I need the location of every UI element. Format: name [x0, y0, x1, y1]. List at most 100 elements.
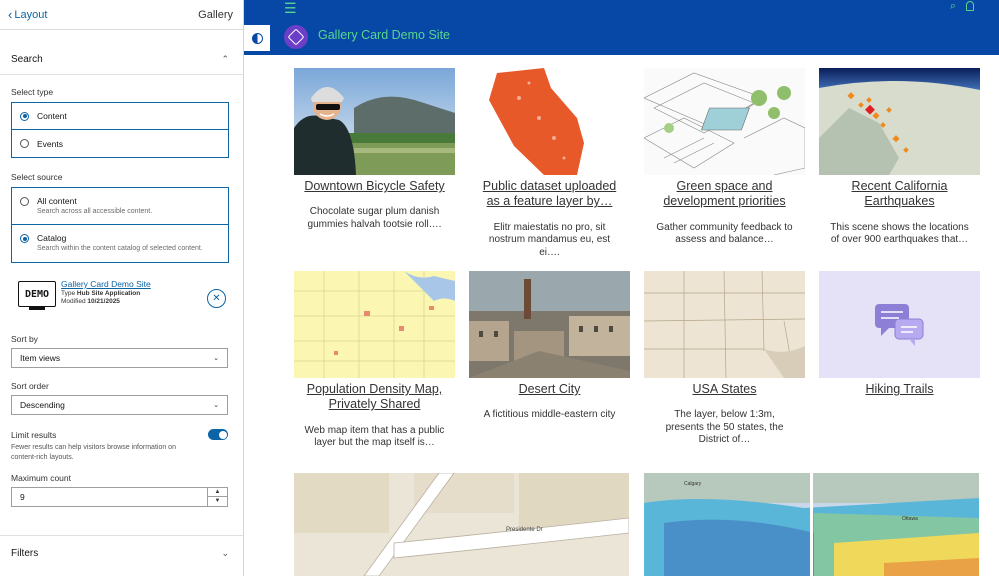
section-divider — [0, 74, 243, 75]
close-icon: ✕ — [212, 293, 221, 304]
street-label: Presidente Dr — [506, 527, 543, 533]
card-description: Elitr maiestatis no pro, sit nostrum man… — [488, 221, 611, 258]
card-title[interactable]: Downtown Bicycle Safety — [294, 179, 455, 194]
card-title[interactable]: USA States — [644, 382, 805, 397]
radio-unselected[interactable] — [20, 197, 29, 206]
type-option-label: Content — [37, 111, 67, 121]
limit-results-toggle[interactable] — [208, 429, 228, 440]
modified-label: Modified — [61, 298, 86, 305]
source-option-label: Catalog — [37, 233, 67, 243]
card-description: The layer, below 1:3m, presents the 50 s… — [665, 409, 784, 446]
notification-bell-icon[interactable] — [966, 1, 974, 11]
catalog-item: DEMO Gallery Card Demo Site Type Hub Sit… — [0, 279, 243, 310]
city-label: Calgary — [684, 481, 702, 487]
card-thumbnail[interactable] — [644, 271, 805, 378]
limit-results-label: Limit results — [11, 429, 57, 440]
card-title[interactable]: Recent California Earthquakes — [819, 179, 980, 210]
site-title[interactable]: Gallery Card Demo Site — [318, 28, 450, 42]
chevron-down-icon: ⌄ — [221, 548, 229, 558]
search-section-toggle[interactable]: Search ⌃ — [0, 48, 243, 70]
card-thumbnail[interactable]: Presidente Dr — [294, 473, 629, 576]
max-count-label: Maximum count — [11, 472, 71, 483]
card-description: A fictitious middle-eastern city — [483, 409, 616, 421]
menu-icon[interactable]: ☰ — [284, 0, 297, 17]
source-option-catalog[interactable]: Catalog Search within the content catalo… — [12, 225, 228, 262]
filters-section-toggle[interactable]: Filters ⌄ — [0, 535, 243, 571]
gallery-card[interactable]: Recent California Earthquakes This scene… — [819, 68, 980, 247]
theme-toggle-button[interactable] — [244, 25, 270, 51]
source-option-description: Search across all accessible content. — [37, 208, 153, 215]
select-source-label: Select source — [11, 172, 63, 182]
max-count-value[interactable]: 9 — [12, 488, 207, 506]
remove-catalog-button[interactable]: ✕ — [207, 289, 226, 308]
quantity-stepper: ▲ ▼ — [207, 487, 227, 506]
type-option-content[interactable]: Content — [12, 103, 228, 130]
card-thumbnail[interactable] — [819, 68, 980, 175]
site-logo[interactable] — [284, 25, 308, 49]
panel-title: Gallery — [198, 8, 233, 21]
increment-button[interactable]: ▲ — [208, 488, 227, 498]
card-title[interactable]: Public dataset uploaded as a feature lay… — [469, 179, 630, 210]
limit-results-helper: Fewer results can help visitors browse i… — [11, 444, 176, 461]
card-thumbnail[interactable] — [644, 68, 805, 175]
contrast-icon — [251, 32, 263, 44]
catalog-link[interactable]: Gallery Card Demo Site — [61, 279, 229, 289]
card-description: Gather community feedback to assess and … — [656, 221, 793, 246]
sort-order-select[interactable]: Descending ⌄ — [11, 395, 228, 415]
gallery-card[interactable]: Presidente Dr — [294, 473, 629, 576]
gallery-card[interactable]: Calgary Ottawa — [644, 473, 979, 576]
search-icon[interactable]: ⌕ — [950, 0, 956, 13]
source-radio-group: All content Search across all accessible… — [11, 187, 229, 263]
radio-selected[interactable] — [20, 111, 29, 121]
chevron-down-icon: ⌄ — [213, 402, 219, 409]
source-option-label: All content — [37, 196, 77, 206]
sort-order-label: Sort order — [11, 381, 49, 391]
city-label: Ottawa — [902, 516, 918, 522]
gallery-card[interactable]: Population Density Map, Privately Shared… — [294, 271, 455, 450]
limit-results-row: Limit results — [0, 429, 243, 440]
card-title[interactable]: Desert City — [469, 382, 630, 397]
header-actions: ⌕ — [950, 0, 974, 13]
select-type-label: Select type — [11, 87, 54, 97]
search-section-title: Search — [11, 53, 43, 65]
gallery-card[interactable]: Public dataset uploaded as a feature lay… — [469, 68, 630, 259]
card-thumbnail[interactable] — [469, 271, 630, 378]
gallery-card[interactable]: Green space and development priorities G… — [644, 68, 805, 247]
card-title[interactable]: Hiking Trails — [819, 382, 980, 397]
site-header: ☰ ⌕ Gallery Card Demo Site — [244, 0, 999, 55]
chevron-down-icon: ⌄ — [213, 355, 219, 362]
gallery-card[interactable]: Downtown Bicycle Safety Chocolate sugar … — [294, 68, 455, 231]
card-thumbnail[interactable]: Calgary Ottawa — [644, 473, 979, 576]
type-option-events[interactable]: Events — [12, 130, 228, 157]
card-thumbnail[interactable] — [469, 68, 630, 175]
gallery: Downtown Bicycle Safety Chocolate sugar … — [244, 55, 999, 576]
panel-header: ‹ Layout Gallery — [0, 0, 243, 30]
chevron-up-icon: ⌃ — [221, 53, 229, 64]
radio-selected[interactable] — [20, 234, 29, 243]
type-option-label: Events — [37, 138, 63, 149]
radio-unselected[interactable] — [20, 139, 29, 148]
card-thumbnail[interactable] — [294, 271, 455, 378]
type-label: Type — [61, 290, 76, 297]
card-description: Web map item that has a public layer but… — [304, 424, 445, 449]
max-count-input[interactable]: 9 ▲ ▼ — [11, 486, 228, 507]
catalog-thumbnail: DEMO — [18, 281, 56, 310]
card-thumbnail[interactable] — [294, 68, 455, 175]
card-title[interactable]: Green space and development priorities — [644, 179, 805, 210]
card-title[interactable]: Population Density Map, Privately Shared — [294, 382, 455, 413]
card-thumbnail[interactable] — [819, 271, 980, 378]
sort-order-value: Descending — [20, 400, 65, 410]
gallery-card[interactable]: Desert City A fictitious middle-eastern … — [469, 271, 630, 422]
catalog-modified: Modified 10/21/2025 — [61, 298, 229, 305]
back-to-layout-button[interactable]: ‹ Layout — [8, 7, 47, 22]
gallery-card[interactable]: USA States The layer, below 1:3m, presen… — [644, 271, 805, 447]
decrement-button[interactable]: ▼ — [208, 497, 227, 506]
gallery-card[interactable]: Hiking Trails — [819, 271, 980, 397]
settings-panel: ‹ Layout Gallery Search ⌃ Select type Co… — [0, 0, 244, 576]
type-value: Hub Site Application — [76, 290, 141, 297]
source-option-all-content[interactable]: All content Search across all accessible… — [12, 188, 228, 225]
back-label: Layout — [14, 8, 48, 21]
modified-value: 10/21/2025 — [87, 298, 120, 305]
card-description: Chocolate sugar plum danish gummies halv… — [307, 206, 442, 230]
sort-by-select[interactable]: Item views ⌄ — [11, 348, 228, 368]
